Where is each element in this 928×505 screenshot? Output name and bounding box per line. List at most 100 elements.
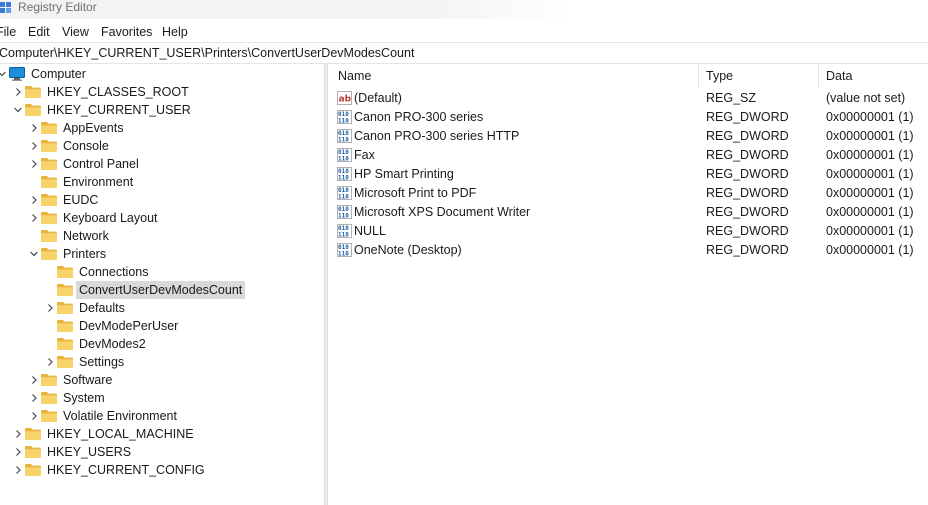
value-data: 0x00000001 (1): [826, 224, 914, 238]
value-row[interactable]: 010 110 Canon PRO-300 series HTTP REG_DWORD…: [329, 127, 928, 146]
key-tree: Computer HKEY_CLASSES_ROOT HKEY_CURRENT_US…: [0, 64, 324, 505]
tree-item[interactable]: HKEY_CURRENT_USER: [0, 101, 324, 119]
value-row[interactable]: ab (Default) REG_SZ (value not set): [329, 89, 928, 108]
tree-item[interactable]: DevModePerUser: [0, 317, 324, 335]
folder-icon: [57, 283, 73, 296]
tree-item[interactable]: DevModes2: [0, 335, 324, 353]
chevron-right-icon[interactable]: [45, 353, 55, 371]
tree-item[interactable]: AppEvents: [0, 119, 324, 137]
value-row[interactable]: 010 110 Canon PRO-300 series REG_DWORD 0x000…: [329, 108, 928, 127]
chevron-right-icon[interactable]: [29, 137, 39, 155]
tree-item-label: HKEY_CLASSES_ROOT: [47, 85, 189, 99]
svg-text:110: 110: [338, 213, 349, 220]
value-row[interactable]: 010 110 Microsoft XPS Document Writer REG_D…: [329, 203, 928, 222]
tree-item-label: Settings: [79, 355, 125, 369]
values-list: Name Type Data ab (Default) REG_SZ (value n…: [329, 64, 928, 505]
value-row[interactable]: 010 110 Fax REG_DWORD 0x00000001 (1): [329, 146, 928, 165]
tree-item-label: DevModePerUser: [79, 319, 179, 333]
folder-icon: [41, 229, 57, 242]
column-separator[interactable]: [818, 64, 819, 88]
chevron-down-icon[interactable]: [13, 101, 23, 119]
tree-item[interactable]: EUDC: [0, 191, 324, 209]
tree-item[interactable]: Printers: [0, 245, 324, 263]
menu-edit[interactable]: Edit: [28, 25, 50, 39]
chevron-down-icon[interactable]: [29, 245, 39, 263]
tree-item-label: Environment: [63, 175, 134, 189]
menu-file[interactable]: File: [0, 25, 16, 39]
binary-value-icon: 010 110: [337, 148, 352, 163]
value-row[interactable]: 010 110 HP Smart Printing REG_DWORD 0x000000…: [329, 165, 928, 184]
folder-icon: [25, 445, 41, 458]
chevron-right-icon[interactable]: [29, 209, 39, 227]
tree-item[interactable]: Connections: [0, 263, 324, 281]
tree-item[interactable]: Keyboard Layout: [0, 209, 324, 227]
chevron-right-icon[interactable]: [13, 83, 23, 101]
tree-item[interactable]: System: [0, 389, 324, 407]
folder-icon: [57, 265, 73, 278]
tree-item[interactable]: ConvertUserDevModesCount: [0, 281, 324, 299]
folder-icon: [41, 121, 57, 134]
menu-view[interactable]: View: [62, 25, 89, 39]
column-header-data[interactable]: Data: [826, 67, 852, 87]
tree-item[interactable]: HKEY_USERS: [0, 443, 324, 461]
tree-item-label: Computer: [31, 67, 86, 81]
tree-item-label: AppEvents: [63, 121, 124, 135]
tree-item[interactable]: Computer: [0, 65, 324, 83]
chevron-right-icon[interactable]: [45, 299, 55, 317]
value-name: Microsoft Print to PDF: [354, 186, 477, 200]
chevron-down-icon[interactable]: [0, 65, 7, 83]
tree-item[interactable]: Control Panel: [0, 155, 324, 173]
value-data: 0x00000001 (1): [826, 205, 914, 219]
tree-item-label: System: [63, 391, 105, 405]
chevron-right-icon[interactable]: [29, 119, 39, 137]
chevron-right-icon[interactable]: [29, 407, 39, 425]
folder-icon: [57, 301, 73, 314]
address-path[interactable]: Computer\HKEY_CURRENT_USER\Printers\Conv…: [0, 46, 414, 60]
tree-item-label: Control Panel: [63, 157, 139, 171]
chevron-right-icon[interactable]: [29, 155, 39, 173]
column-separator[interactable]: [698, 64, 699, 88]
tree-item[interactable]: Console: [0, 137, 324, 155]
svg-text:110: 110: [338, 175, 349, 182]
folder-icon: [41, 139, 57, 152]
tree-item[interactable]: Settings: [0, 353, 324, 371]
value-type: REG_DWORD: [706, 205, 789, 219]
tree-item[interactable]: HKEY_CURRENT_CONFIG: [0, 461, 324, 479]
column-header-name[interactable]: Name: [338, 67, 371, 87]
tree-item[interactable]: Volatile Environment: [0, 407, 324, 425]
value-data: 0x00000001 (1): [826, 110, 914, 124]
menu-help[interactable]: Help: [162, 25, 188, 39]
chevron-right-icon[interactable]: [29, 371, 39, 389]
chevron-right-icon[interactable]: [29, 191, 39, 209]
value-name: Microsoft XPS Document Writer: [354, 205, 531, 219]
chevron-right-icon[interactable]: [13, 443, 23, 461]
value-row[interactable]: 010 110 OneNote (Desktop) REG_DWORD 0x000000…: [329, 241, 928, 260]
address-bar[interactable]: Computer\HKEY_CURRENT_USER\Printers\Conv…: [0, 42, 928, 64]
menu-favorites[interactable]: Favorites: [101, 25, 152, 39]
value-row[interactable]: 010 110 Microsoft Print to PDF REG_DWORD 0x0…: [329, 184, 928, 203]
tree-item[interactable]: Software: [0, 371, 324, 389]
tree-item[interactable]: Network: [0, 227, 324, 245]
tree-item[interactable]: HKEY_LOCAL_MACHINE: [0, 425, 324, 443]
binary-value-icon: 010 110: [337, 224, 352, 239]
column-header-type[interactable]: Type: [706, 67, 733, 87]
chevron-right-icon[interactable]: [13, 425, 23, 443]
value-type: REG_DWORD: [706, 110, 789, 124]
folder-icon: [57, 319, 73, 332]
value-name: Canon PRO-300 series: [354, 110, 484, 124]
tree-item[interactable]: Defaults: [0, 299, 324, 317]
tree-item-label: Defaults: [79, 301, 125, 315]
value-data: 0x00000001 (1): [826, 167, 914, 181]
binary-value-icon: 010 110: [337, 129, 352, 144]
chevron-right-icon[interactable]: [29, 389, 39, 407]
tree-item[interactable]: Environment: [0, 173, 324, 191]
chevron-right-icon[interactable]: [13, 461, 23, 479]
value-row[interactable]: 010 110 NULL REG_DWORD 0x00000001 (1): [329, 222, 928, 241]
tree-item[interactable]: HKEY_CLASSES_ROOT: [0, 83, 324, 101]
tree-item-label: Console: [63, 139, 109, 153]
tree-item-label: EUDC: [63, 193, 99, 207]
value-data: (value not set): [826, 91, 906, 105]
value-name: Fax: [354, 148, 375, 162]
folder-icon: [41, 211, 57, 224]
pane-splitter[interactable]: [324, 64, 328, 505]
